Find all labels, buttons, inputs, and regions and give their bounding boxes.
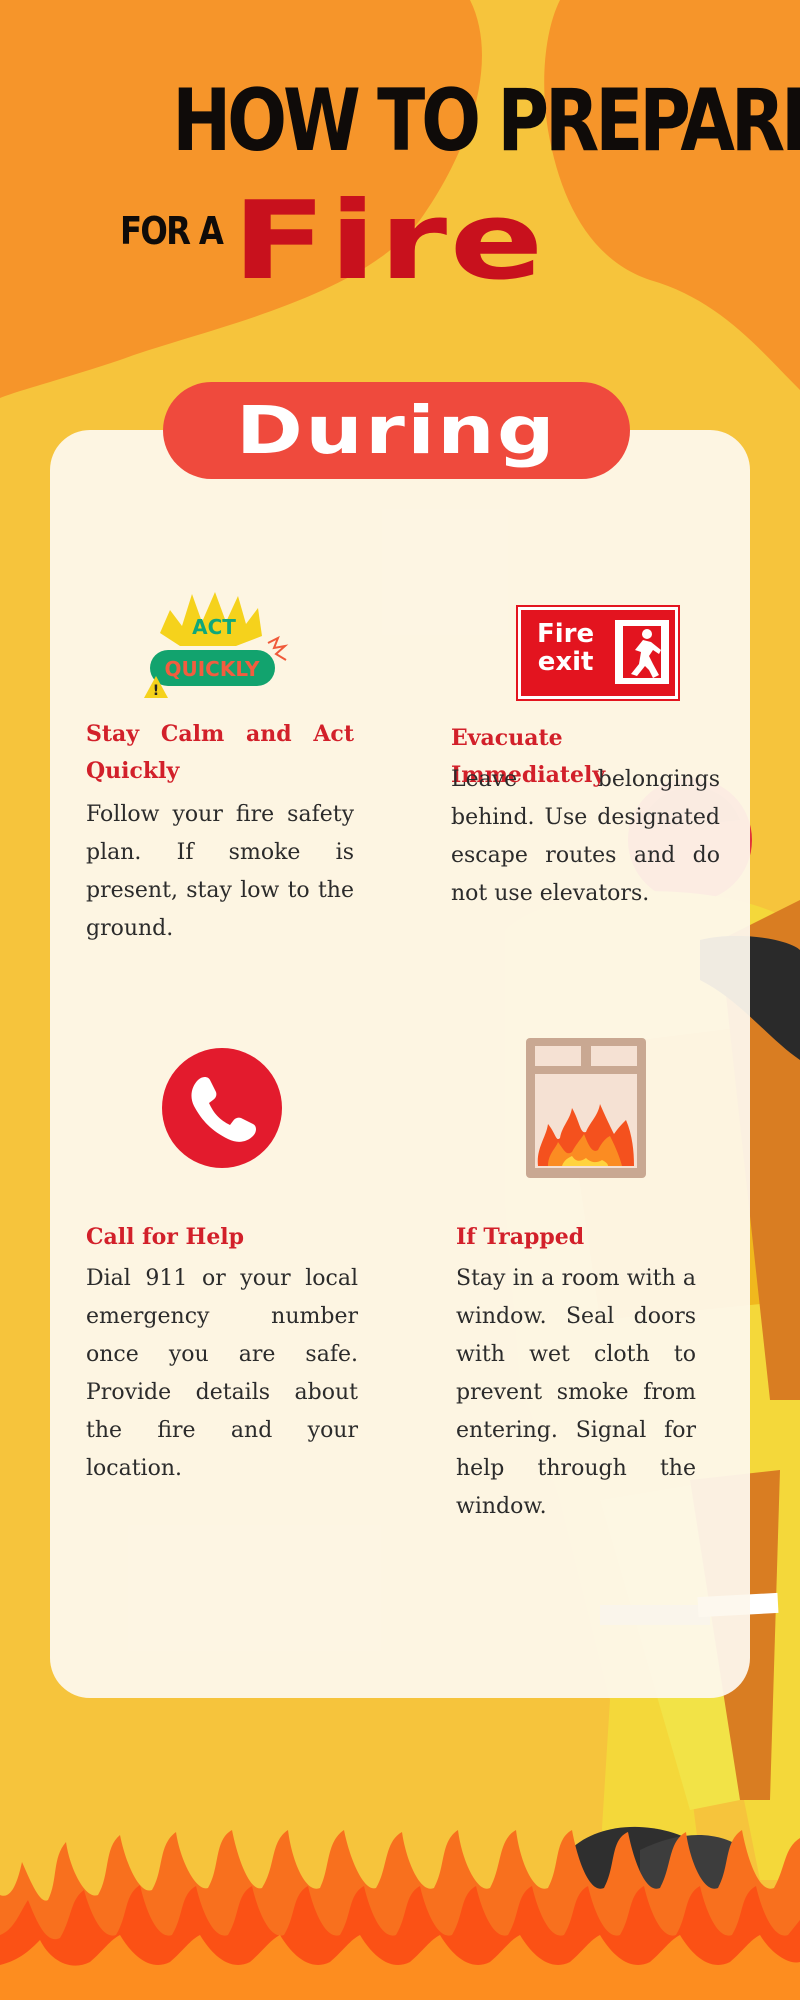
- title-prefix: FOR A: [120, 209, 224, 253]
- tip-heading-call-for-help: Call for Help: [86, 1224, 245, 1250]
- section-badge-label: During: [235, 392, 558, 469]
- section-badge: During: [163, 382, 630, 479]
- quickly-label: QUICKLY: [165, 657, 260, 681]
- fire-exit-word-1: Fire: [537, 619, 595, 649]
- fire-exit-sign-icon: Fire exit: [516, 605, 680, 701]
- act-quickly-icon: ACT QUICKLY !: [144, 592, 289, 699]
- tip-body-if-trapped: Stay in a room with a window. Seal doors…: [456, 1266, 696, 1519]
- tip-body-evacuate: Leave belongings behind. Use designated …: [451, 767, 720, 906]
- tip-heading-stay-calm: Stay Calm and Act Quickly: [86, 721, 354, 784]
- tip-body-call-for-help: Dial 911 or your local emergency number …: [86, 1266, 358, 1481]
- phone-icon: [162, 1048, 282, 1168]
- act-label: ACT: [192, 615, 236, 639]
- page-title: HOW TO PREPARE: [172, 71, 800, 171]
- svg-text:!: !: [153, 683, 159, 699]
- fire-exit-word-2: exit: [537, 647, 594, 677]
- flames-decoration: [0, 1830, 800, 2000]
- running-man-icon: [615, 620, 669, 684]
- title-highlight: Fire: [232, 179, 546, 304]
- tip-heading-if-trapped: If Trapped: [456, 1224, 585, 1250]
- burning-window-icon: [526, 1038, 646, 1178]
- tip-body-stay-calm: Follow your fire safety plan. If smoke i…: [86, 802, 354, 941]
